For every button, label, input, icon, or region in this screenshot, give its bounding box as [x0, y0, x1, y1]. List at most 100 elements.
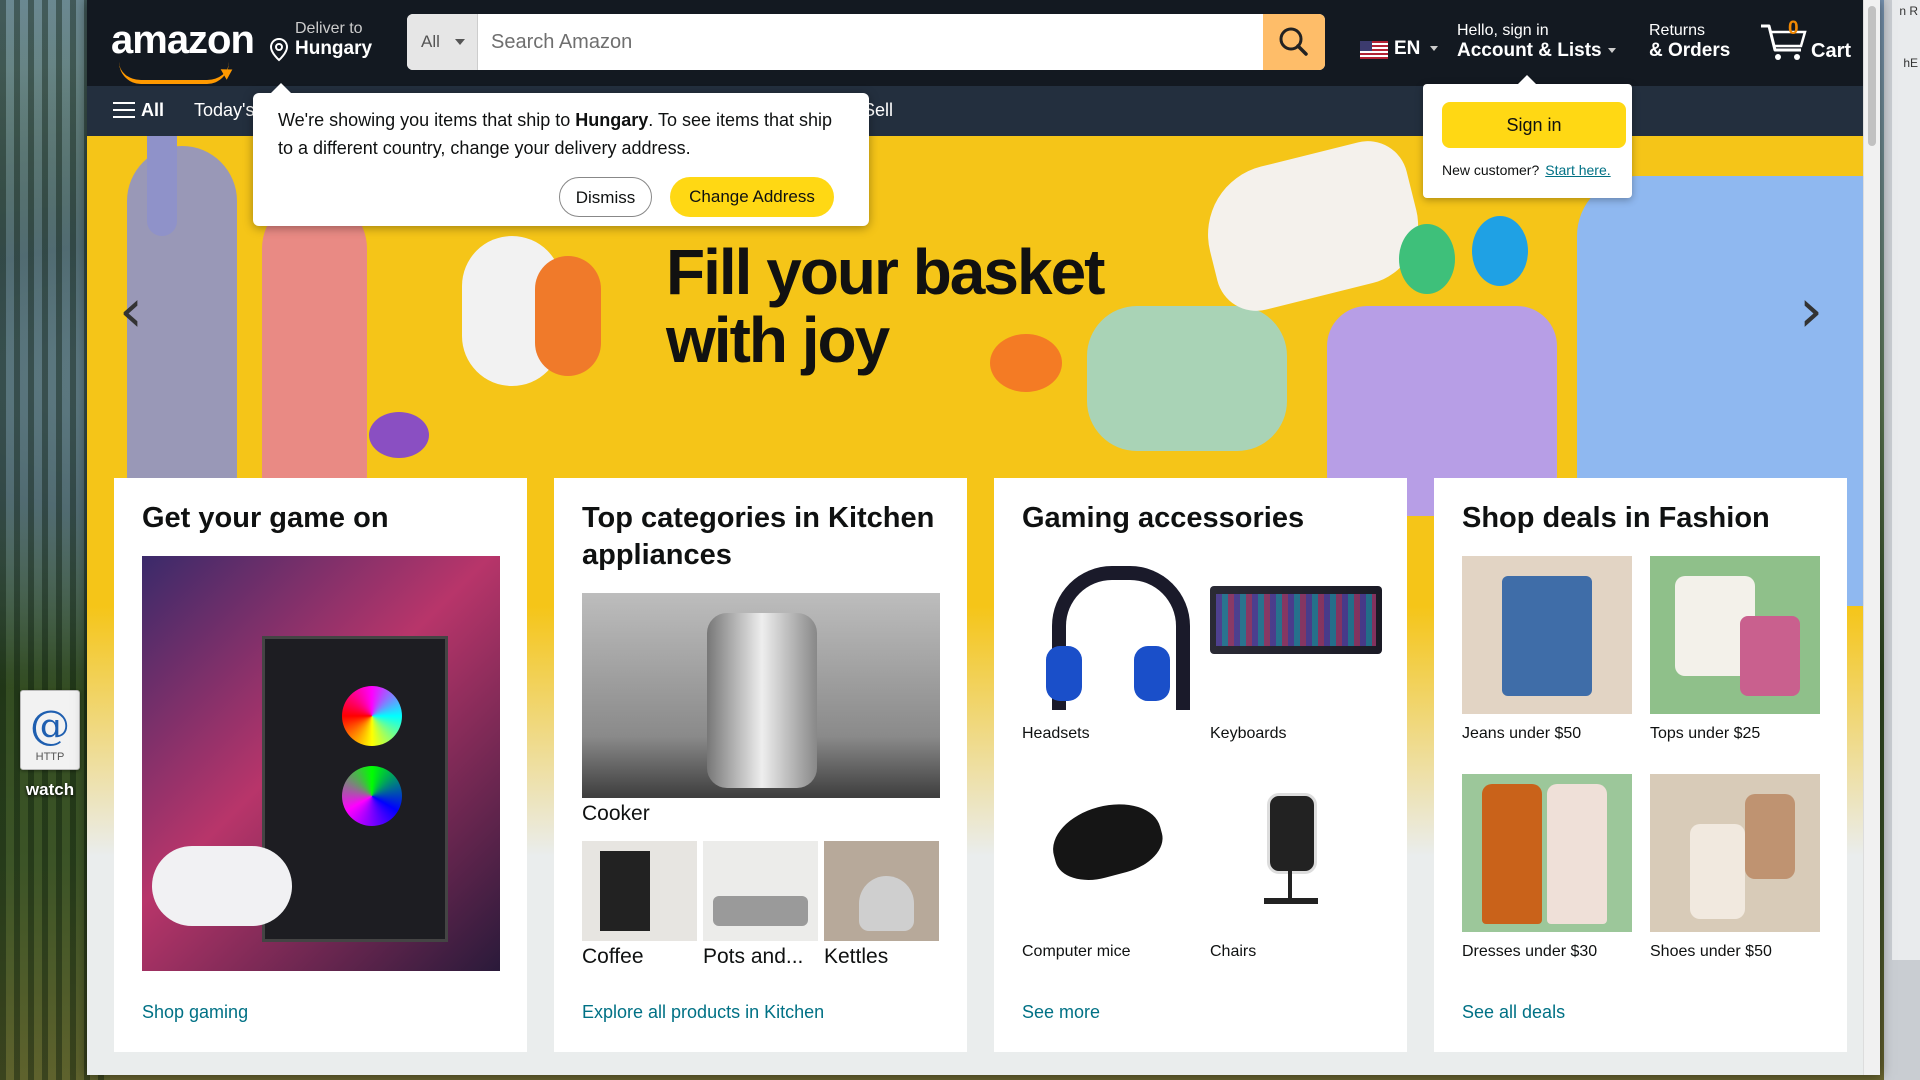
tile-label[interactable]: Tops under $25: [1650, 725, 1760, 743]
hamburger-menu-icon: [113, 102, 135, 118]
tile-label[interactable]: Shoes under $50: [1650, 943, 1772, 961]
shoes-image[interactable]: [1650, 774, 1820, 932]
boot-shape: [1745, 794, 1795, 879]
bunny-ear-shape: [147, 136, 177, 236]
hero-headline: Fill your basket with joy: [666, 236, 1105, 376]
rgb-fan-shape: [342, 686, 402, 746]
tile-label[interactable]: Dresses under $30: [1462, 943, 1597, 961]
search-input[interactable]: [479, 14, 1273, 70]
change-address-button[interactable]: Change Address: [670, 177, 834, 217]
caret-down-icon: [1607, 48, 1616, 54]
see-all-deals-link[interactable]: See all deals: [1462, 1002, 1565, 1023]
game-controller-shape: [152, 846, 292, 926]
carousel-next-chevron-icon[interactable]: ›: [1799, 276, 1823, 346]
page-scrollbar[interactable]: [1863, 0, 1880, 1075]
tile-label[interactable]: Headsets: [1022, 725, 1090, 743]
tile-label[interactable]: Cooker: [582, 802, 650, 826]
language-selector[interactable]: EN: [1360, 38, 1438, 60]
desktop-file-icon-watch[interactable]: @ HTTP watch: [18, 690, 82, 800]
account-lists-menu[interactable]: Hello, sign in Account & Lists: [1457, 22, 1616, 62]
rgb-fan-shape: [342, 766, 402, 826]
pot-shape: [713, 896, 808, 926]
jeans-shape: [1502, 576, 1592, 696]
sign-in-popover: Sign in New customer? Start here.: [1423, 75, 1632, 198]
returns-orders-link[interactable]: Returns & Orders: [1649, 22, 1730, 62]
tile-label[interactable]: Computer mice: [1022, 943, 1130, 961]
tile-label[interactable]: Keyboards: [1210, 725, 1287, 743]
purple-egg-image: [369, 412, 429, 458]
jeans-image[interactable]: [1462, 556, 1632, 714]
cart-count-badge: 0: [1788, 18, 1799, 39]
boot-shape: [1690, 824, 1745, 919]
tile-label[interactable]: Kettles: [824, 945, 888, 969]
card-title: Top categories in Kitchen appliances: [582, 502, 935, 571]
explore-kitchen-link[interactable]: Explore all products in Kitchen: [582, 1002, 824, 1023]
see-more-link[interactable]: See more: [1022, 1002, 1100, 1023]
tile-label[interactable]: Chairs: [1210, 943, 1256, 961]
tile-label[interactable]: Coffee: [582, 945, 644, 969]
kettle-shape: [859, 876, 914, 931]
card-title: Gaming accessories: [1022, 502, 1305, 534]
new-customer-label: New customer?: [1442, 162, 1540, 178]
chair-back-shape: [1267, 793, 1317, 874]
background-window-panel: [1892, 0, 1920, 960]
kettle-image[interactable]: [824, 841, 939, 941]
hero-headline-line1: Fill your basket: [666, 236, 1105, 308]
search-bar: All: [407, 14, 1325, 70]
caret-down-icon: [1429, 46, 1438, 52]
all-menu-button[interactable]: All: [113, 100, 164, 121]
deliver-to-location[interactable]: Deliver to Hungary: [269, 20, 373, 62]
start-here-link[interactable]: Start here.: [1545, 162, 1610, 178]
sign-in-button[interactable]: Sign in: [1442, 102, 1626, 148]
hero-headline-line2: with joy: [666, 304, 890, 376]
new-customer-prompt: New customer? Start here.: [1442, 162, 1611, 178]
card-gaming-accessories: Gaming accessories Headsets Keyboards Co…: [994, 478, 1407, 1052]
search-icon: [1279, 27, 1308, 56]
tops-image[interactable]: [1650, 556, 1820, 714]
gaming-pc-image[interactable]: [142, 556, 500, 971]
crochet-bunny-pink-image: [262, 196, 367, 526]
carrot-popit-toy-image: [535, 256, 601, 376]
background-window-text: n R: [1899, 4, 1918, 18]
todays-deals-link[interactable]: Today's: [194, 100, 254, 121]
search-button[interactable]: [1263, 14, 1325, 70]
orange-dress-shape: [1482, 784, 1542, 924]
keyboard-image[interactable]: [1210, 586, 1382, 654]
pressure-cooker-image[interactable]: [582, 593, 940, 798]
tank-top-shape: [1740, 616, 1800, 696]
cart-icon: [1761, 24, 1807, 60]
cart-button[interactable]: 0 Cart: [1759, 16, 1859, 68]
card-fashion: Shop deals in Fashion Jeans under $50 To…: [1434, 478, 1847, 1052]
shop-gaming-link[interactable]: Shop gaming: [142, 1002, 248, 1023]
pots-image[interactable]: [703, 841, 818, 941]
desktop-icon-label: watch: [25, 780, 75, 799]
computer-mouse-image[interactable]: [1032, 796, 1182, 886]
amazon-logo[interactable]: amazon: [111, 18, 255, 84]
carousel-prev-chevron-icon[interactable]: ‹: [119, 276, 143, 346]
cooker-shape: [707, 613, 817, 788]
card-kitchen: Top categories in Kitchen appliances Coo…: [554, 478, 967, 1052]
crochet-bunny-purple-image: [127, 146, 237, 526]
search-category-dropdown[interactable]: All: [407, 14, 478, 70]
logo-wordmark: amazon: [111, 18, 255, 62]
tile-label[interactable]: Jeans under $50: [1462, 725, 1581, 743]
scrollbar-thumb[interactable]: [1868, 6, 1876, 146]
delivery-country-popover: We're showing you items that ship to Hun…: [253, 83, 869, 226]
search-category-label: All: [421, 32, 440, 51]
deliver-to-country: Hungary: [295, 38, 373, 59]
dresses-image[interactable]: [1462, 774, 1632, 932]
coffee-machine-image[interactable]: [582, 841, 697, 941]
gaming-chair-image[interactable]: [1252, 788, 1332, 918]
keyboard-keys-shape: [1216, 594, 1376, 646]
returns-label: Returns: [1649, 22, 1706, 39]
headset-image[interactable]: [1022, 556, 1192, 716]
tile-label[interactable]: Pots and...: [703, 945, 803, 969]
account-lists-label: Account & Lists: [1457, 40, 1602, 61]
headset-cup-shape: [1046, 646, 1082, 701]
dismiss-button[interactable]: Dismiss: [559, 177, 652, 217]
bunny-tray-image: [1193, 136, 1431, 320]
popover-message: We're showing you items that ship to Hun…: [278, 106, 848, 162]
us-flag-icon: [1360, 41, 1388, 59]
cart-label: Cart: [1811, 40, 1852, 62]
account-greeting: Hello, sign in: [1457, 22, 1549, 39]
